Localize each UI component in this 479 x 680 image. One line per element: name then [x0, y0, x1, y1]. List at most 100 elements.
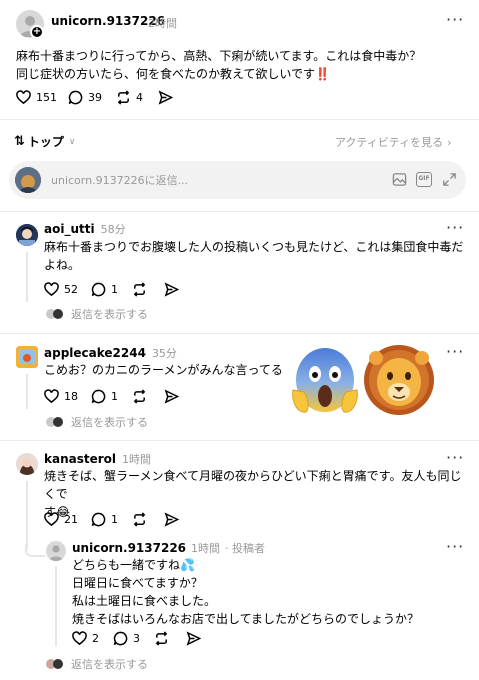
comment-text-line1: 麻布十番まつりでお腹壊した人の投稿いくつも見たけど、これは集団食中毒だ [44, 240, 464, 254]
author-badge: · 投稿者 [225, 542, 266, 555]
author-reply-text: どちらも一緒ですね💦 日曜日に食べてますか？ 私は土曜日に食べました。 焼きそば… [72, 556, 472, 628]
author-reply-avatar[interactable] [46, 541, 66, 561]
comment-time: 58分 [100, 223, 126, 236]
more-options-icon[interactable]: ··· [446, 218, 464, 237]
main-share-button[interactable] [158, 90, 173, 105]
main-post-text-line2: 同じ症状の方いたら、何を食べたのか教えて欲しいです [16, 67, 316, 81]
repost-icon [133, 389, 146, 404]
activity-link[interactable]: アクティビティを見る › [335, 134, 452, 150]
scream-face-icon [292, 348, 358, 413]
show-replies-row[interactable]: 返信を表示する [46, 656, 148, 672]
comment-reply-button[interactable]: 1 [91, 282, 118, 297]
chevron-down-icon: ∨ [68, 136, 76, 147]
comment-username[interactable]: kanasterol [44, 452, 116, 466]
author-reply-share-button[interactable] [186, 631, 201, 646]
main-post-text-line1: 麻布十番まつりに行ってから、高熱、下痢が続いてます。これは食中毒か？ [16, 49, 422, 63]
comment-text-line1: 焼きそば、蟹ラーメン食べて月曜の夜からひどい下痢と胃痛です。友人も同じくで [44, 469, 462, 501]
sort-toggle[interactable]: ⇅ トップ ∨ [14, 133, 76, 150]
comment-username[interactable]: applecake2244 [44, 346, 146, 360]
send-icon [164, 512, 179, 527]
comment-avatar-applecake[interactable] [16, 346, 38, 368]
author-reply-line2: 日曜日に食べてますか？ [72, 576, 203, 590]
main-like-button[interactable]: 151 [16, 90, 57, 105]
reply-avatars-icon [46, 309, 63, 319]
author-reply-header: unicorn.9137226 1時間 · 投稿者 [72, 540, 265, 556]
image-icon[interactable] [392, 172, 407, 187]
double-exclamation-emoji: ‼️ [315, 67, 330, 81]
show-replies-row[interactable]: 返信を表示する [46, 414, 148, 430]
thread-connector [25, 544, 45, 557]
reply-box[interactable]: unicorn.9137226に返信... GIF [9, 161, 466, 199]
comment-share-button[interactable] [164, 389, 179, 404]
author-reply-like-button[interactable]: 2 [72, 631, 99, 646]
author-reply-repost-button[interactable] [154, 631, 169, 646]
comment-repost-button[interactable] [132, 282, 147, 297]
more-options-icon[interactable]: ··· [446, 448, 464, 467]
sort-label: トップ [27, 135, 64, 149]
divider [0, 333, 479, 334]
user-photo-icon [16, 346, 38, 368]
gif-icon[interactable]: GIF [416, 172, 432, 187]
heart-icon [44, 389, 59, 404]
author-reply-time: 1時間 [191, 542, 221, 555]
thread-line [26, 252, 28, 302]
send-icon [164, 282, 179, 297]
comment-text-line2: よね。 [44, 258, 81, 272]
main-comment-button[interactable]: 39 [68, 90, 102, 105]
comment-share-button[interactable] [164, 282, 179, 297]
comment-repost-button[interactable] [132, 512, 147, 527]
main-like-count: 151 [36, 91, 57, 104]
sort-arrows-icon: ⇅ [14, 134, 25, 149]
more-options-icon[interactable]: ··· [446, 537, 464, 556]
thread-line [26, 374, 28, 409]
comment-like-button[interactable]: 21 [44, 512, 78, 527]
follow-plus-icon[interactable]: + [30, 25, 44, 39]
comment-like-button[interactable]: 52 [44, 282, 78, 297]
comment-share-button[interactable] [164, 512, 179, 527]
default-avatar-icon [49, 545, 63, 561]
comment-username[interactable]: aoi_utti [44, 222, 95, 236]
comment-bubble-icon [91, 512, 106, 527]
comment-reply-button[interactable]: 1 [91, 389, 118, 404]
comment-bubble-icon [113, 631, 128, 646]
comment-header-kanasterol: kanasterol 1時間 [44, 451, 151, 467]
main-comment-count: 39 [88, 91, 102, 104]
comment-time: 1時間 [122, 453, 152, 466]
more-options-icon[interactable]: ··· [446, 342, 464, 361]
main-repost-button[interactable]: 4 [116, 90, 143, 105]
show-replies-row[interactable]: 返信を表示する [46, 306, 148, 322]
user-photo-icon [16, 453, 38, 475]
author-reply-comment-button[interactable]: 3 [113, 631, 140, 646]
show-replies-label: 返信を表示する [71, 416, 148, 429]
repost-icon [117, 90, 130, 105]
show-replies-label: 返信を表示する [71, 308, 148, 321]
expand-icon[interactable] [442, 172, 457, 187]
comment-like-button[interactable]: 18 [44, 389, 78, 404]
comment-bubble-icon [91, 282, 106, 297]
comment-reply-button[interactable]: 1 [91, 512, 118, 527]
comment-text: こめお？のカニのラーメンがみんな言ってる [44, 363, 283, 377]
author-reply-username[interactable]: unicorn.9137226 [72, 541, 186, 555]
comment-header-aoi: aoi_utti 58分 [44, 221, 126, 237]
comment-reply-count: 1 [111, 283, 118, 296]
send-icon [186, 631, 201, 646]
author-reply-line3: 私は土曜日に食べました。 [72, 594, 217, 608]
comment-avatar-kanasterol[interactable] [16, 453, 38, 475]
heart-icon [72, 631, 87, 646]
main-post-text-line2-wrap: 同じ症状の方いたら、何を食べたのか教えて欲しいです‼️ [16, 65, 471, 83]
comment-avatar-aoi[interactable] [16, 224, 38, 246]
main-post-time: 2時間 [148, 17, 177, 30]
comment-reply-count: 1 [111, 390, 118, 403]
activity-link-label: アクティビティを見る [335, 136, 444, 149]
more-options-icon[interactable]: ··· [446, 10, 464, 29]
user-photo-icon [16, 224, 38, 246]
comment-bubble-icon [91, 389, 106, 404]
reply-input-placeholder[interactable]: unicorn.9137226に返信... [51, 172, 188, 188]
comment-bubble-icon [68, 90, 83, 105]
author-reply-line4: 焼きそばはいろんなお店で出してましたがどちらのでしょうか？ [72, 612, 420, 626]
comment-repost-button[interactable] [132, 389, 147, 404]
chevron-right-icon: › [447, 135, 452, 149]
reply-avatars-icon [46, 659, 63, 669]
repost-icon [133, 512, 146, 527]
main-repost-count: 4 [136, 91, 143, 104]
